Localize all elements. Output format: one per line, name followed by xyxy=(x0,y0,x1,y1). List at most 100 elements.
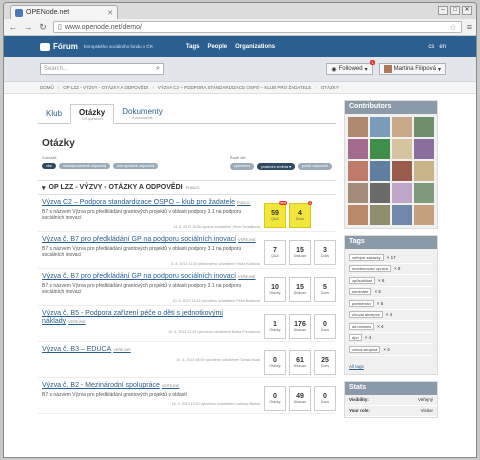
user-menu-button[interactable]: Martina Filipová ▾ xyxy=(378,63,446,75)
reload-icon[interactable]: ↻ xyxy=(38,22,48,33)
docs-count[interactable]: 3 Docs xyxy=(314,240,336,265)
tag-row[interactable]: semináře × 5 xyxy=(349,287,433,298)
collapse-icon[interactable]: ▾ xyxy=(42,184,46,192)
browser-menu-icon[interactable]: ≡ xyxy=(467,22,472,32)
question-item[interactable]: Výzva C2 – Podpora standardizace OSPO – … xyxy=(38,195,336,232)
tag-chip[interactable]: monitorovací zprava xyxy=(349,265,392,273)
question-title[interactable]: Výzva č. B7 pro předkládání GP na podpor… xyxy=(42,273,260,281)
questions-count[interactable]: 0 Otázky xyxy=(264,386,286,411)
question-title[interactable]: Výzva č. B2 - Mezinárodní spolupráce VEŘE… xyxy=(42,382,260,390)
tag-row[interactable]: veřejné zakázky × 17 xyxy=(349,252,433,264)
nav-organizations[interactable]: Organizations xyxy=(235,44,275,50)
search-input[interactable]: Search... ⌕ xyxy=(40,63,164,75)
address-bar[interactable]: ▯ www.openode.net/demo/ ☆ xyxy=(53,21,462,33)
breadcrumb-item[interactable]: Výzva C2 – Podpora standardizace OSPO – … xyxy=(158,85,312,90)
sort-created-pill[interactable]: vytvořeno xyxy=(229,163,255,170)
filter-no-correct-pill[interactable]: bez správné odpovědi xyxy=(113,163,159,169)
lang-en[interactable]: en xyxy=(439,44,446,50)
question-title[interactable]: Výzva č. B5 - Podpora zařízení péče o dě… xyxy=(42,310,260,326)
site-logo[interactable]: Fórum xyxy=(40,42,78,51)
question-item[interactable]: Výzva č. B7 pro předkládání GP na podpor… xyxy=(38,232,336,269)
question-item[interactable]: Výzva č. B3 – EDUCA VEŘEJNÉ 20. 4. 2013 0… xyxy=(38,342,336,378)
tab-otazky[interactable]: Otázky 115 questions xyxy=(70,104,115,124)
contributor-avatar[interactable] xyxy=(392,139,412,159)
contributor-avatar[interactable] xyxy=(348,183,368,203)
lang-cs[interactable]: cs xyxy=(428,44,434,50)
bookmark-star-icon[interactable]: ☆ xyxy=(450,23,457,32)
discussion-count[interactable]: 15 Diskuze xyxy=(289,240,311,265)
tag-chip[interactable]: chovat akcepce xyxy=(349,311,383,319)
tag-chip[interactable]: semináře xyxy=(349,288,372,296)
contributor-avatar[interactable] xyxy=(392,183,412,203)
tab-dokumenty[interactable]: Dokumenty 8 documents xyxy=(114,103,170,123)
tag-chip[interactable]: dph xyxy=(349,334,362,342)
discussion-count[interactable]: 49 Diskuze xyxy=(289,386,311,411)
sort-last-change-pill[interactable]: poslední změna ▾ xyxy=(257,163,296,170)
question-item[interactable]: Výzva č. B2 - Mezinárodní spolupráce VEŘE… xyxy=(38,378,336,414)
tag-chip[interactable]: partnerství xyxy=(349,299,374,307)
breadcrumb-item[interactable]: Domů xyxy=(40,85,54,90)
all-tags-link[interactable]: All tags xyxy=(349,362,433,371)
minimize-icon[interactable]: – xyxy=(438,6,448,15)
docs-count[interactable]: 4 Docs 4 xyxy=(289,201,312,228)
nav-tags[interactable]: Tags xyxy=(186,44,200,50)
question-title[interactable]: Výzva č. B7 pro předkládání GP na podpor… xyxy=(42,236,260,244)
contributor-avatar[interactable] xyxy=(348,205,368,225)
questions-count[interactable]: 7 Q&A xyxy=(264,240,286,265)
tag-chip[interactable]: cílová skupina xyxy=(349,345,381,353)
close-window-icon[interactable]: ✕ xyxy=(462,6,472,15)
contributor-avatar[interactable] xyxy=(370,139,390,159)
followed-button[interactable]: ◉ Followed ▾ 1 xyxy=(326,60,375,75)
discussion-count[interactable]: 176 Diskuze xyxy=(289,314,311,339)
docs-count[interactable]: 0 Docs xyxy=(314,386,336,411)
tag-chip[interactable]: způsobilost xyxy=(349,276,376,284)
forward-icon[interactable]: → xyxy=(23,22,33,32)
contributor-avatar[interactable] xyxy=(370,205,390,225)
contributor-avatar[interactable] xyxy=(392,161,412,181)
tag-row[interactable]: způsobilost × 6 xyxy=(349,275,433,287)
questions-count[interactable]: 1 Otázky xyxy=(264,314,286,339)
sort-answers-pill[interactable]: počet odpovědí xyxy=(298,163,332,170)
tag-row[interactable]: partnerství × 5 xyxy=(349,298,433,310)
questions-count[interactable]: 10 Otázky xyxy=(264,277,286,302)
filter-unanswered-pill[interactable]: nezodpovězené odpovědi xyxy=(58,163,111,169)
contributor-avatar[interactable] xyxy=(414,117,434,137)
contributor-avatar[interactable] xyxy=(392,205,412,225)
contributor-avatar[interactable] xyxy=(348,117,368,137)
discussion-count[interactable]: 61 Diskuze xyxy=(289,350,311,375)
question-item[interactable]: Výzva č. B5 - Podpora zařízení péče o dě… xyxy=(38,306,336,342)
contributor-avatar[interactable] xyxy=(348,161,368,181)
contributor-avatar[interactable] xyxy=(370,183,390,203)
contributor-avatar[interactable] xyxy=(414,183,434,203)
question-title[interactable]: Výzva C2 – Podpora standardizace OSPO – … xyxy=(42,199,260,207)
section-header[interactable]: ▾ OP LZZ - VÝZVY - OTÁZKY A ODPOVĚDI PUB… xyxy=(38,180,336,195)
contributor-avatar[interactable] xyxy=(414,161,434,181)
browser-tab[interactable]: OPENode.net ✕ xyxy=(10,5,118,19)
tag-row[interactable]: monitorovací zprava × 8 xyxy=(349,264,433,275)
back-icon[interactable]: ← xyxy=(8,22,18,32)
contributor-avatar[interactable] xyxy=(348,139,368,159)
tag-chip[interactable]: veřejné zakázky xyxy=(349,253,384,261)
contributor-avatar[interactable] xyxy=(414,139,434,159)
docs-count[interactable]: 25 Docs xyxy=(314,350,336,375)
docs-count[interactable]: 0 Docs xyxy=(314,314,336,339)
questions-count[interactable]: 0 Otázky xyxy=(264,350,286,375)
discussion-count[interactable]: 15 Diskuze xyxy=(289,277,311,302)
contributor-avatar[interactable] xyxy=(392,117,412,137)
tag-row[interactable]: chovat akcepce × 4 xyxy=(349,310,433,321)
tag-row[interactable]: da minimis × 4 xyxy=(349,321,433,333)
contributor-avatar[interactable] xyxy=(370,161,390,181)
tag-chip[interactable]: da minimis xyxy=(349,322,375,330)
filter-all-pill[interactable]: vše xyxy=(42,163,56,169)
question-item[interactable]: Výzva č. B7 pro předkládání GP na podpor… xyxy=(38,269,336,306)
breadcrumb-item[interactable]: OP LZZ - výzvy - otázky a odpovědi xyxy=(63,85,148,90)
close-tab-icon[interactable]: ✕ xyxy=(107,9,113,17)
contributor-avatar[interactable] xyxy=(370,117,390,137)
search-icon[interactable]: ⌕ xyxy=(156,65,160,73)
tab-klub[interactable]: Klub xyxy=(38,103,70,123)
contributor-avatar[interactable] xyxy=(414,205,434,225)
qa-count[interactable]: 59 Q&A new xyxy=(264,201,287,228)
maximize-icon[interactable]: □ xyxy=(450,6,460,15)
tag-row[interactable]: cílová skupina × 4 xyxy=(349,344,433,356)
docs-count[interactable]: 5 Docs xyxy=(314,277,336,302)
